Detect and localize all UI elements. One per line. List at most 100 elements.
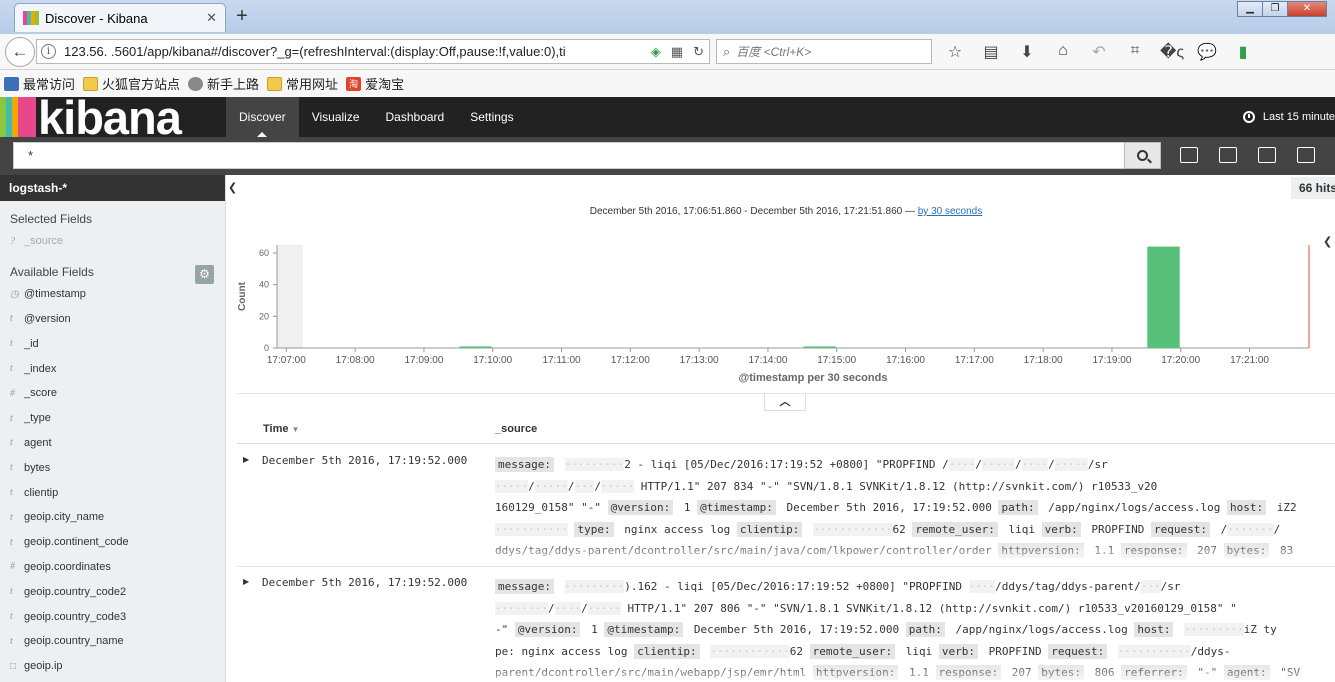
row-fade xyxy=(237,540,1335,566)
bookmark-star-icon[interactable]: ☆ xyxy=(944,42,966,62)
histogram-bar xyxy=(1147,246,1180,348)
table-row[interactable]: ▶ December 5th 2016, 17:19:52.000 message:… xyxy=(237,445,1335,567)
discover-main: 66 hits December 5th 2016, 17:06:51.860 … xyxy=(237,175,1335,682)
qr-code-icon[interactable]: ▦ xyxy=(671,44,683,60)
browser-search-input[interactable]: ⌕ 百度 <Ctrl+K> xyxy=(716,39,932,64)
extension-icon[interactable]: ▮ xyxy=(1232,42,1254,62)
field-item[interactable]: t bytes xyxy=(0,455,225,480)
y-tick-label: 0 xyxy=(264,343,269,353)
url-bar[interactable]: i 123.56. .5601/app/kibana#/discover?_g=… xyxy=(36,39,710,64)
tab-discover[interactable]: Discover xyxy=(226,97,299,137)
shield-icon[interactable]: ◈ xyxy=(651,44,661,60)
home-icon[interactable]: ⌂ xyxy=(1052,42,1074,62)
browser-tab-strip: Discover - Kibana ✕ + ▁ ❐ ✕ xyxy=(0,0,1335,34)
field-item[interactable]: t _type xyxy=(0,406,225,431)
reload-icon[interactable]: ↻ xyxy=(693,44,704,60)
discover-toolbar xyxy=(1180,147,1335,163)
bookmark-aitaobao[interactable]: 淘爱淘宝 xyxy=(346,74,404,93)
kibana-favicon-icon xyxy=(23,11,39,25)
clock-icon xyxy=(1242,111,1255,123)
sort-caret-icon[interactable]: ▼ xyxy=(292,425,300,434)
field-item[interactable]: ? _source xyxy=(0,229,225,254)
tab-dashboard[interactable]: Dashboard xyxy=(373,97,458,137)
available-fields-list: ◷ @timestamp t @version t _id t _index # _score t _… xyxy=(0,282,225,679)
window-close-icon[interactable]: ✕ xyxy=(1287,1,1327,17)
tab-settings[interactable]: Settings xyxy=(457,97,526,137)
gear-icon[interactable]: ⚙ xyxy=(195,265,214,284)
x-tick-label: 17:19:00 xyxy=(1092,355,1131,366)
new-search-icon[interactable] xyxy=(1180,147,1198,163)
interval-link[interactable]: by 30 seconds xyxy=(918,206,983,217)
bookmarks-bar: 最常访问 火狐官方站点 新手上路 常用网址 淘爱淘宝 xyxy=(0,70,1335,97)
row-time: December 5th 2016, 17:19:52.000 xyxy=(262,576,468,589)
reading-list-icon[interactable]: ▤ xyxy=(980,42,1002,62)
source-line: ········/····/····· HTTP/1.1" 207 806 "-… xyxy=(495,601,1237,615)
maximize-icon[interactable]: ❐ xyxy=(1262,1,1288,17)
expand-caret-icon[interactable]: ▶ xyxy=(243,577,249,586)
folder-icon xyxy=(267,76,283,91)
field-item[interactable]: t geoip.country_code3 xyxy=(0,604,225,629)
y-tick-label: 60 xyxy=(259,248,269,258)
undo-icon[interactable]: ↶ xyxy=(1088,42,1110,62)
back-arrow-icon[interactable]: ← xyxy=(5,37,35,67)
field-item[interactable]: □ geoip.ip xyxy=(0,654,225,679)
url-text: 123.56. .5601/app/kibana#/discover?_g=(r… xyxy=(64,44,566,59)
field-item[interactable]: t geoip.country_code2 xyxy=(0,579,225,604)
field-item[interactable]: t _index xyxy=(0,356,225,381)
field-item[interactable]: t clientip xyxy=(0,480,225,505)
time-picker[interactable]: Last 15 minute xyxy=(1242,97,1335,137)
row-fade xyxy=(237,662,1335,682)
x-tick-label: 17:15:00 xyxy=(817,355,856,366)
chevron-left-icon[interactable]: ❮ xyxy=(228,181,237,194)
chat-icon[interactable]: 💬 xyxy=(1196,42,1218,62)
out-of-range-shade xyxy=(277,245,303,348)
tools-icon[interactable]: �ς xyxy=(1160,42,1184,62)
bookmark-common-sites[interactable]: 常用网址 xyxy=(267,74,338,93)
index-pattern-selector[interactable]: logstash-* xyxy=(0,175,225,201)
x-tick-label: 17:14:00 xyxy=(748,355,787,366)
taobao-icon: 淘 xyxy=(346,76,362,91)
field-item[interactable]: # geoip.coordinates xyxy=(0,555,225,580)
y-tick-label: 20 xyxy=(259,311,269,321)
source-line: message: ·········).162 - liqi [05/Dec/2… xyxy=(495,576,1335,598)
doc-table-header: Time ▼ _source xyxy=(237,420,1335,444)
crop-icon[interactable]: ⌗ xyxy=(1124,42,1146,62)
sidebar-collapse-strip[interactable]: ❮ xyxy=(225,175,237,682)
chevron-up-icon[interactable]: ︿ xyxy=(764,394,806,411)
source-line: -" @version: 1 @timestamp: December 5th … xyxy=(495,622,1277,637)
search-icon: ⌕ xyxy=(723,43,731,59)
field-item[interactable]: t @version xyxy=(0,307,225,332)
load-search-icon[interactable] xyxy=(1258,147,1276,163)
browser-tab[interactable]: Discover - Kibana ✕ xyxy=(14,3,226,32)
row-time: December 5th 2016, 17:19:52.000 xyxy=(262,454,468,467)
field-item[interactable]: t _id xyxy=(0,331,225,356)
x-tick-label: 17:16:00 xyxy=(886,355,925,366)
info-icon[interactable]: i xyxy=(41,44,56,59)
histogram-bar xyxy=(459,346,492,348)
close-icon[interactable]: ✕ xyxy=(206,10,217,26)
field-item[interactable]: t agent xyxy=(0,431,225,456)
save-search-icon[interactable] xyxy=(1219,147,1237,163)
minimize-icon[interactable]: ▁ xyxy=(1237,1,1263,17)
field-item[interactable]: # _score xyxy=(0,381,225,406)
hit-count: 66 hits xyxy=(1291,177,1335,199)
expand-caret-icon[interactable]: ▶ xyxy=(243,455,249,464)
time-column-header[interactable]: Time ▼ xyxy=(263,423,299,435)
tab-visualize[interactable]: Visualize xyxy=(299,97,373,137)
table-row[interactable]: ▶ December 5th 2016, 17:19:52.000 message:… xyxy=(237,567,1335,682)
field-item[interactable]: t geoip.country_name xyxy=(0,629,225,654)
field-item[interactable]: t geoip.city_name xyxy=(0,505,225,530)
share-icon[interactable] xyxy=(1297,147,1315,163)
available-fields-title: Available Fields xyxy=(10,264,94,279)
field-item[interactable]: ◷ @timestamp xyxy=(0,282,225,307)
search-input[interactable]: * xyxy=(13,142,1125,169)
new-tab-icon[interactable]: + xyxy=(232,5,252,28)
search-button[interactable] xyxy=(1124,142,1161,169)
histogram-chart[interactable]: 0 20 40 60 Count 17:07:00 17:08:00 17:09:00 17:1… xyxy=(237,235,1327,393)
kibana-tabs: Discover Visualize Dashboard Settings xyxy=(226,97,527,137)
field-item[interactable]: t geoip.continent_code xyxy=(0,530,225,555)
download-icon[interactable]: ⬇ xyxy=(1016,42,1038,62)
bookmark-getting-started[interactable]: 新手上路 xyxy=(188,74,259,93)
window-controls: ▁ ❐ ✕ xyxy=(1237,1,1327,17)
histogram-bar xyxy=(803,346,836,348)
